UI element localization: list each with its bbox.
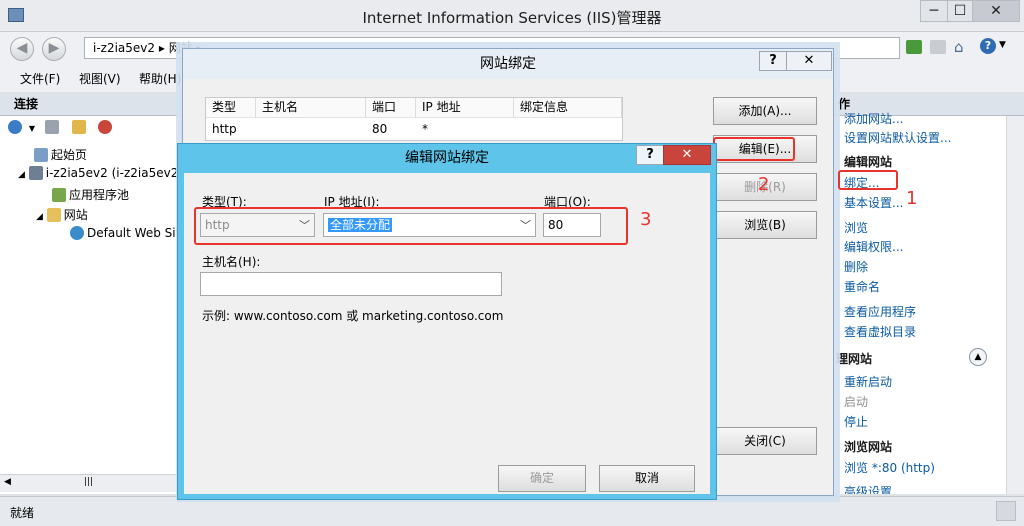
col-header-type[interactable]: 类型 xyxy=(206,98,256,118)
action-view-applications[interactable]: 查看应用程序 xyxy=(844,303,916,320)
section-edit-site: 编辑网站 xyxy=(844,155,893,169)
action-browse-80[interactable]: 浏览 *:80 (http) xyxy=(844,459,935,476)
connect-dropdown-icon[interactable]: ▼ xyxy=(29,124,35,133)
globe-icon xyxy=(70,226,84,240)
col-header-port[interactable]: 端口 xyxy=(366,98,416,118)
cell-port: 80 xyxy=(372,122,388,136)
status-text: 就绪 xyxy=(10,506,35,520)
action-rename[interactable]: 重命名 xyxy=(844,278,880,295)
annotation-2: 2 xyxy=(758,174,770,195)
annotation-3: 3 xyxy=(640,209,652,230)
forward-icon: ▶ xyxy=(48,40,60,56)
tree-item-app-pools[interactable]: 应用程序池 xyxy=(52,186,129,203)
tree-item-sites[interactable]: ◢ 网站 xyxy=(36,206,88,223)
menu-view[interactable]: 视图(V) xyxy=(79,70,121,87)
edit-binding-dialog: 编辑网站绑定 ? ✕ 类型(T): http ﹀ IP 地址(I): 全部未分配… xyxy=(177,143,717,500)
minimize-button[interactable]: ─ xyxy=(920,0,948,22)
status-icon xyxy=(996,501,1016,521)
col-header-ip[interactable]: IP 地址 xyxy=(416,98,514,118)
action-basic-settings[interactable]: 基本设置... xyxy=(844,194,903,211)
app-pool-icon xyxy=(52,188,66,202)
highlight-edit-button xyxy=(713,137,795,161)
collapse-icon[interactable]: ◢ xyxy=(36,212,43,222)
add-binding-button[interactable]: 添加(A)... xyxy=(713,97,817,125)
scroll-left-icon[interactable]: ◀ xyxy=(4,477,11,487)
connections-header: 连接 xyxy=(0,94,182,116)
tree-item-server[interactable]: ◢ i-z2ia5ev2 (i-z2ia5ev2\ xyxy=(18,166,182,180)
tree-label: 应用程序池 xyxy=(69,188,130,202)
dialog-close-button[interactable]: ✕ xyxy=(786,51,832,71)
menu-file[interactable]: 文件(F) xyxy=(20,70,60,87)
forward-button[interactable]: ▶ xyxy=(42,37,66,61)
action-start[interactable]: 启动 xyxy=(844,393,868,410)
highlight-bindings-action xyxy=(838,170,898,190)
action-edit-permissions[interactable]: 编辑权限... xyxy=(844,238,903,255)
action-stop[interactable]: 停止 xyxy=(844,413,868,430)
server-icon xyxy=(28,166,43,180)
bindings-dialog-title: 网站绑定 xyxy=(183,49,833,79)
window-titlebar: Internet Information Services (IIS)管理器 ─… xyxy=(0,0,1024,32)
table-row[interactable]: http 80 * xyxy=(206,119,622,140)
example-text: 示例: www.contoso.com 或 marketing.contoso.… xyxy=(202,309,504,323)
annotation-1: 1 xyxy=(906,188,918,209)
browse-binding-button[interactable]: 浏览(B) xyxy=(713,211,817,239)
edit-binding-body: 类型(T): http ﹀ IP 地址(I): 全部未分配 ﹀ 端口(O): 8… xyxy=(184,173,710,494)
connections-toolbar: ▼ xyxy=(8,120,115,134)
cell-ip: * xyxy=(422,122,428,136)
actions-pane: 作 添加网站... 设置网站默认设置... 编辑网站 绑定... 基本设置...… xyxy=(834,94,1024,494)
cancel-button[interactable]: 取消 xyxy=(599,465,695,492)
back-button[interactable]: ◀ xyxy=(10,37,34,61)
actions-scrollbar[interactable] xyxy=(1006,116,1024,494)
action-explore[interactable]: 浏览 xyxy=(844,219,868,236)
edit-dialog-help-button[interactable]: ? xyxy=(636,145,664,165)
sites-folder-icon xyxy=(46,208,61,222)
back-icon: ◀ xyxy=(16,40,28,56)
tree-label: 起始页 xyxy=(51,148,88,162)
section-manage-site: 理网站 xyxy=(836,352,873,366)
tree-label: i-z2ia5ev2 (i-z2ia5ev2\ xyxy=(45,166,183,180)
bindings-table: 类型 主机名 端口 IP 地址 绑定信息 http 80 * xyxy=(205,97,623,141)
cell-type: http xyxy=(212,122,237,136)
action-set-defaults[interactable]: 设置网站默认设置... xyxy=(844,129,951,146)
save-icon[interactable] xyxy=(44,120,59,134)
col-header-host[interactable]: 主机名 xyxy=(256,98,366,118)
section-browse-site: 浏览网站 xyxy=(844,440,893,454)
collapse-icon[interactable]: ◢ xyxy=(18,170,25,180)
help-dropdown-icon[interactable]: ▼ xyxy=(999,40,1006,50)
action-advanced-settings[interactable]: 高级设置... xyxy=(844,483,903,494)
up-folder-icon[interactable] xyxy=(71,120,86,134)
scroll-thumb[interactable]: ||| xyxy=(84,477,93,487)
close-bindings-button[interactable]: 关闭(C) xyxy=(713,427,817,455)
highlight-binding-fields xyxy=(194,207,628,245)
connections-pane: 连接 ▼ 起始页 ◢ i-z2ia5ev2 (i-z2ia5ev2\ 应用程序池… xyxy=(0,94,182,494)
start-page-icon xyxy=(34,148,48,162)
refresh-icon[interactable] xyxy=(906,40,922,54)
tree-item-default-web-site[interactable]: Default Web Sit xyxy=(70,226,180,240)
maximize-button[interactable]: ☐ xyxy=(947,0,973,22)
menu-help[interactable]: 帮助(H) xyxy=(139,70,181,87)
tree-item-start[interactable]: 起始页 xyxy=(34,146,87,163)
action-view-virtual-dirs[interactable]: 查看虚拟目录 xyxy=(844,323,916,340)
stop-icon[interactable] xyxy=(930,40,946,54)
tree-label: 网站 xyxy=(63,208,88,222)
status-bar: 就绪 xyxy=(0,496,1024,526)
action-restart[interactable]: 重新启动 xyxy=(844,373,892,390)
horizontal-scrollbar[interactable]: ◀ ||| xyxy=(0,474,182,492)
disconnect-icon[interactable] xyxy=(98,120,113,134)
edit-dialog-close-button[interactable]: ✕ xyxy=(663,145,711,165)
help-icon[interactable]: ? xyxy=(980,38,996,54)
tree-label: Default Web Sit xyxy=(87,226,181,240)
col-header-info[interactable]: 绑定信息 xyxy=(514,98,622,118)
home-icon[interactable]: ⌂ xyxy=(954,38,964,56)
host-name-input[interactable] xyxy=(200,272,502,296)
window-title: Internet Information Services (IIS)管理器 xyxy=(362,9,662,27)
connect-icon[interactable] xyxy=(8,120,22,134)
ok-button[interactable]: 确定 xyxy=(498,465,586,492)
action-remove[interactable]: 删除 xyxy=(844,258,868,275)
dialog-help-button[interactable]: ? xyxy=(759,51,787,71)
close-button[interactable]: ✕ xyxy=(972,0,1020,22)
host-name-label: 主机名(H): xyxy=(202,255,261,269)
action-add-site[interactable]: 添加网站... xyxy=(844,110,903,127)
collapse-section-icon[interactable]: ▲ xyxy=(969,348,987,366)
